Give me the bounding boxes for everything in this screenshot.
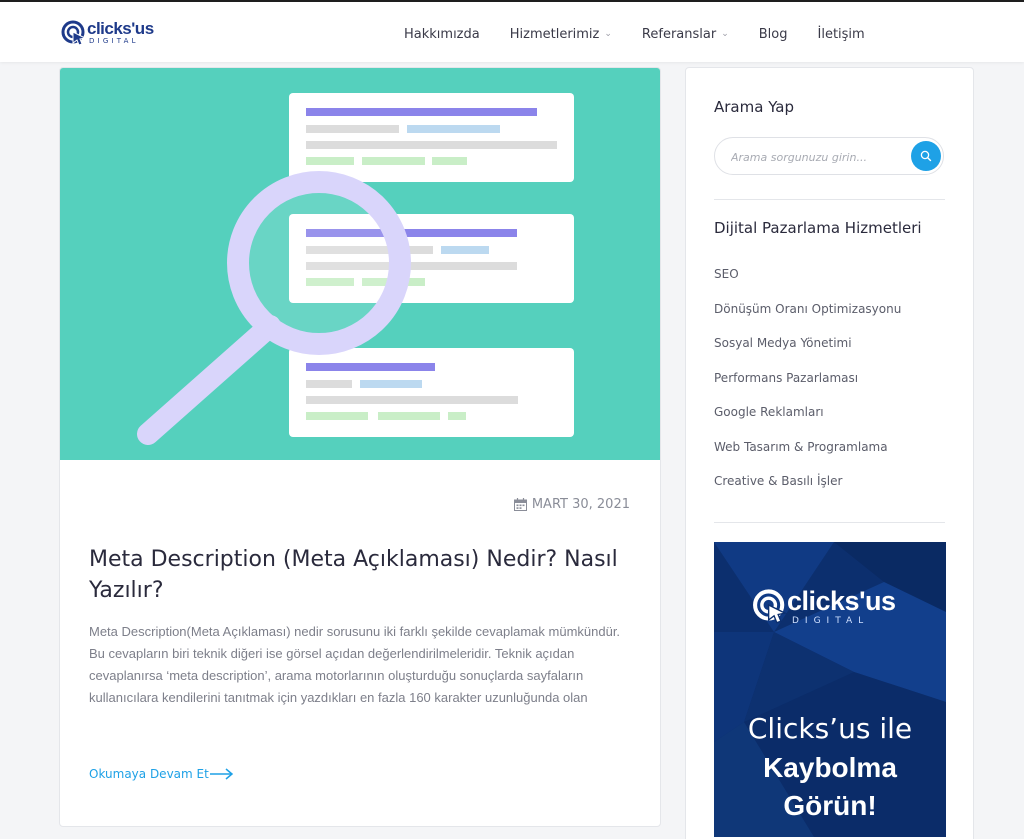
read-more-label: Okumaya Devam Et [89, 767, 209, 781]
search-button[interactable] [911, 141, 941, 171]
read-more-link[interactable]: Okumaya Devam Et [89, 767, 234, 781]
service-item-seo[interactable]: SEO [714, 267, 901, 302]
nav-item-hakkimizda[interactable]: Hakkımızda [404, 27, 480, 42]
post-featured-image[interactable] [60, 68, 660, 460]
banner-logo-subtitle: DIGITAL [792, 616, 870, 626]
post-title[interactable]: Meta Description (Meta Açıklaması) Nedir… [89, 544, 629, 606]
sidebar-divider [714, 199, 945, 200]
chevron-down-icon: ⌄ [604, 29, 612, 39]
service-item-google-ads[interactable]: Google Reklamları [714, 405, 901, 440]
arrow-right-icon [209, 768, 233, 780]
nav-label: Hizmetlerimiz [509, 26, 600, 42]
nav-label: Hakkımızda [404, 26, 480, 42]
search-input[interactable] [731, 147, 901, 167]
chevron-down-icon: ⌄ [721, 29, 729, 39]
post-excerpt: Meta Description(Meta Açıklaması) nedir … [89, 624, 621, 705]
service-item-performance[interactable]: Performans Pazarlaması [714, 371, 901, 406]
search-widget-heading: Arama Yap [714, 98, 795, 116]
nav-item-referanslar[interactable]: Referanslar ⌄ [642, 27, 729, 42]
service-item-social-media[interactable]: Sosyal Medya Yönetimi [714, 336, 901, 371]
nav-item-hizmetlerimiz[interactable]: Hizmetlerimiz ⌄ [510, 27, 612, 42]
promo-banner[interactable]: clicks'us DIGITAL Clicks’us ile Kaybolma… [714, 542, 946, 837]
sidebar: Arama Yap Dijital Pazarlama Hizmetleri S… [685, 67, 974, 839]
search-icon [920, 150, 932, 162]
nav-label: Blog [758, 26, 788, 42]
post-date: MART 30, 2021 [513, 497, 630, 512]
logo-mark-icon [753, 589, 788, 624]
magnifier-illustration [137, 93, 574, 445]
nav-label: Referanslar [641, 26, 717, 42]
logo-word: clicks'us [87, 19, 154, 38]
site-logo[interactable]: clicks'us DIGITAL [61, 18, 161, 48]
banner-headline-3: Görün! [783, 790, 877, 821]
nav-item-blog[interactable]: Blog [759, 27, 788, 42]
site-header: clicks'us DIGITAL Hakkımızda Hizmetlerim… [0, 2, 1024, 62]
nav-item-iletisim[interactable]: İletişim [818, 27, 865, 42]
nav-label: İletişim [817, 26, 865, 42]
services-widget-heading: Dijital Pazarlama Hizmetleri [714, 219, 922, 237]
banner-logo: clicks'us DIGITAL [752, 586, 922, 626]
service-item-web-design[interactable]: Web Tasarım & Programlama [714, 440, 901, 475]
calendar-icon [513, 498, 527, 511]
banner-headline-2: Kaybolma [763, 752, 897, 783]
search-form [714, 137, 944, 175]
banner-headline-1: Clicks’us ile [747, 712, 913, 745]
logo-subtitle: DIGITAL [89, 37, 139, 45]
post-date-text: MART 30, 2021 [531, 497, 630, 512]
logo-mark-icon [61, 20, 87, 46]
main-nav: Hakkımızda Hizmetlerimiz ⌄ Referanslar ⌄… [404, 24, 895, 44]
service-item-creative[interactable]: Creative & Basılı İşler [714, 474, 901, 509]
service-item-cro[interactable]: Dönüşüm Oranı Optimizasyonu [714, 302, 901, 337]
post-card: MART 30, 2021 Meta Description (Meta Açı… [59, 67, 661, 827]
services-list: SEO Dönüşüm Oranı Optimizasyonu Sosyal M… [714, 267, 901, 509]
sidebar-divider [714, 522, 945, 523]
banner-logo-word: clicks'us [787, 586, 896, 616]
